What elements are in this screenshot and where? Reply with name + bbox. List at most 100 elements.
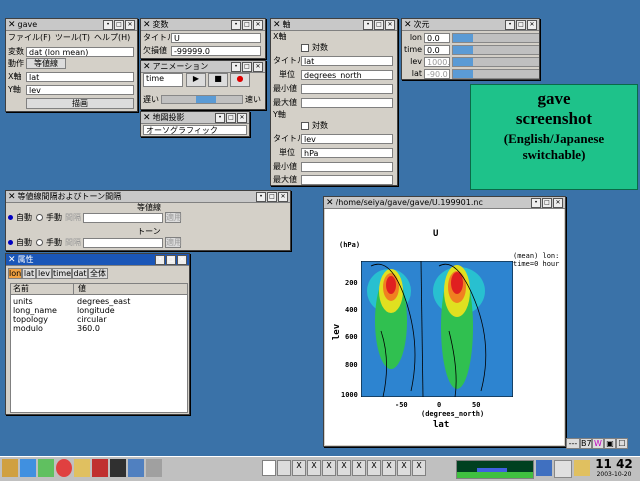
tab-lat[interactable]: lat <box>22 268 36 279</box>
close-button[interactable]: ✕ <box>177 254 187 265</box>
maximize-button[interactable]: □ <box>374 19 384 30</box>
menu-tools[interactable]: ツール(T) <box>55 32 90 43</box>
close-button[interactable]: ✕ <box>253 19 263 30</box>
tray-folder-icon[interactable]: ▣ <box>604 438 616 449</box>
dim-lon-field[interactable]: 0.0 <box>424 32 450 43</box>
y-log-checkbox[interactable] <box>301 121 309 130</box>
close-button[interactable]: ✕ <box>278 191 288 202</box>
tab-dat[interactable]: dat <box>72 268 88 279</box>
pager-desktop[interactable]: X <box>382 460 396 476</box>
tool-icon[interactable] <box>92 459 108 477</box>
attr-col-value[interactable]: 値 <box>74 284 86 294</box>
contour-apply-button[interactable]: 適用 <box>165 212 182 223</box>
pager-desktop[interactable]: X <box>412 460 426 476</box>
titlebar[interactable]: ✕/home/seiya/gave/gave/U.199901.nc • □ ✕ <box>324 197 565 209</box>
terminal-icon[interactable] <box>38 459 54 477</box>
tab-lev[interactable]: lev <box>36 268 52 279</box>
menu-help[interactable]: ヘルプ(H) <box>94 32 130 43</box>
pager-desktop[interactable]: X <box>397 460 411 476</box>
pager-desktop[interactable]: X <box>292 460 306 476</box>
close-button[interactable]: ✕ <box>527 19 537 30</box>
config-icon[interactable] <box>146 459 162 477</box>
tray-lock-icon[interactable]: ☐ <box>616 438 628 449</box>
maximize-button[interactable]: □ <box>166 254 176 265</box>
anim-dim-select[interactable]: time <box>143 72 183 87</box>
dim-time-field[interactable]: 0.0 <box>424 44 450 55</box>
table-row[interactable]: long_name longitude <box>11 306 187 315</box>
minimize-button[interactable]: • <box>531 197 541 208</box>
titlebar[interactable]: ✕ 軸 • □ ✕ <box>271 19 397 31</box>
tray-dots-button[interactable]: --- <box>566 438 580 449</box>
help-icon[interactable] <box>56 459 72 477</box>
pager-desktop[interactable]: X <box>322 460 336 476</box>
record-icon[interactable]: ● <box>230 72 250 87</box>
title-field[interactable]: U <box>171 32 261 43</box>
plot-canvas[interactable]: U (hPa) (mean) lon: time=0 hour lev 200 … <box>325 209 564 445</box>
x-axis-select[interactable]: lat <box>26 71 134 82</box>
maximize-button[interactable]: □ <box>226 112 236 123</box>
mail-icon[interactable] <box>110 459 126 477</box>
titlebar[interactable]: ✕ 属性 • □ ✕ <box>6 254 189 266</box>
maximize-button[interactable]: □ <box>542 197 552 208</box>
close-button[interactable]: ✕ <box>553 197 563 208</box>
maximize-button[interactable]: □ <box>114 19 124 30</box>
speed-slider-handle[interactable] <box>196 96 216 103</box>
table-row[interactable]: modulo 360.0 <box>11 324 187 333</box>
tab-lon[interactable]: lon <box>8 268 22 279</box>
close-button[interactable]: ✕ <box>253 61 263 72</box>
x-log-checkbox[interactable] <box>301 43 309 52</box>
tone-apply-button[interactable]: 適用 <box>165 237 182 248</box>
titlebar[interactable]: ✕ gave • □ ✕ <box>6 19 137 31</box>
dim-lat-field[interactable]: -90.0 <box>424 68 450 79</box>
titlebar[interactable]: ✕ 変数 • □ ✕ <box>141 19 265 31</box>
tone-interval-field[interactable] <box>83 237 163 248</box>
missing-field[interactable]: -99999.0 <box>171 45 261 56</box>
minimize-button[interactable]: • <box>231 61 241 72</box>
tray-b7-button[interactable]: B7 <box>580 438 592 449</box>
close-button[interactable]: ✕ <box>385 19 395 30</box>
tray-app-icon[interactable] <box>574 460 590 476</box>
y-unit-field[interactable]: hPa <box>301 147 393 158</box>
x-max-field[interactable] <box>301 97 393 108</box>
dim-lev-field[interactable]: 1000.0 <box>424 56 450 67</box>
var-select[interactable]: dat (lon mean) <box>26 46 134 57</box>
x-unit-field[interactable]: degrees_north <box>301 69 393 80</box>
maximize-button[interactable]: □ <box>242 19 252 30</box>
close-button[interactable]: ✕ <box>125 19 135 30</box>
tab-all[interactable]: 全体 <box>88 268 108 279</box>
titlebar[interactable]: ✕ アニメーション • □ ✕ <box>141 61 265 73</box>
contour-auto-radio[interactable] <box>8 215 13 220</box>
menu-file[interactable]: ファイル(F) <box>8 32 51 43</box>
kde-icon[interactable] <box>2 459 18 477</box>
pager-desktop[interactable]: X <box>352 460 366 476</box>
pager-desktop[interactable]: X <box>337 460 351 476</box>
pager-desktop[interactable] <box>277 460 291 476</box>
action-select[interactable]: 等値線 <box>26 58 66 69</box>
close-button[interactable]: ✕ <box>237 112 247 123</box>
x-title-field[interactable]: lat <box>301 55 393 66</box>
tray-app-icon[interactable] <box>536 460 552 476</box>
stop-icon[interactable]: ■ <box>208 72 228 87</box>
pager-desktop[interactable]: X <box>307 460 321 476</box>
minimize-button[interactable]: • <box>256 191 266 202</box>
titlebar[interactable]: ✕ 地図投影 • □ ✕ <box>141 112 249 124</box>
tone-auto-radio[interactable] <box>8 240 13 245</box>
minimize-button[interactable]: • <box>215 112 225 123</box>
pager-desktop[interactable] <box>262 460 276 476</box>
y-max-field[interactable] <box>301 174 393 185</box>
tray-app-icon[interactable] <box>554 460 572 478</box>
tone-manual-radio[interactable] <box>36 239 43 246</box>
maximize-button[interactable]: □ <box>242 61 252 72</box>
browser-icon[interactable] <box>20 459 36 477</box>
minimize-button[interactable]: • <box>155 254 165 265</box>
minimize-button[interactable]: • <box>103 19 113 30</box>
dim-lat-slider[interactable] <box>452 68 539 79</box>
draw-button[interactable]: 描画 <box>26 98 134 109</box>
dim-lev-slider[interactable] <box>452 56 539 67</box>
x-min-field[interactable] <box>301 83 393 94</box>
y-title-field[interactable]: lev <box>301 133 393 144</box>
clock[interactable]: 11 42 2003-10-20 <box>590 458 638 479</box>
titlebar[interactable]: ✕ 次元 • □ ✕ <box>402 19 539 31</box>
network-icon[interactable] <box>128 459 144 477</box>
maximize-button[interactable]: □ <box>516 19 526 30</box>
